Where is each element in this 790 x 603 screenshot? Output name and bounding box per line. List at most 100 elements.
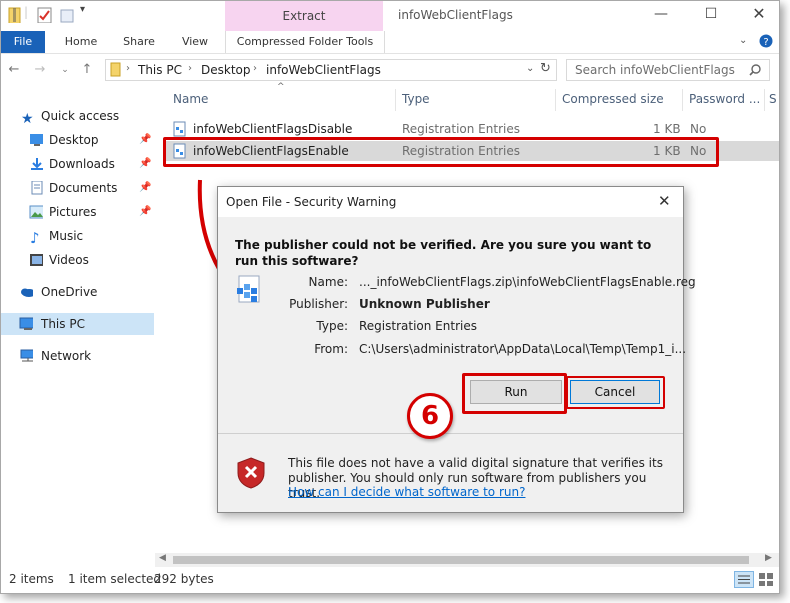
column-divider[interactable]: [682, 89, 683, 111]
annotation-highlight-run: [462, 373, 567, 414]
refresh-icon[interactable]: ↻: [540, 61, 551, 76]
address-row: ← → ⌄ ↑ › This PC › Desktop › infoWebCli…: [1, 57, 779, 83]
tab-home[interactable]: Home: [57, 31, 105, 53]
dialog-title-bar: Open File - Security Warning ✕: [218, 187, 683, 217]
nav-label: Documents: [49, 181, 118, 195]
field-label-name: Name:: [308, 275, 348, 289]
sort-ascending-icon: ^: [277, 82, 285, 92]
nav-item-music[interactable]: ♪ Music: [1, 225, 154, 247]
dialog-question: The publisher could not be verified. Are…: [235, 238, 652, 268]
nav-this-pc[interactable]: This PC: [1, 313, 154, 335]
breadcrumb-separator-icon: ›: [126, 63, 130, 74]
close-icon[interactable]: ✕: [749, 6, 769, 22]
annotation-highlight-row: [163, 137, 719, 167]
breadcrumb-this-pc[interactable]: This PC: [138, 63, 182, 77]
column-divider[interactable]: [395, 89, 396, 111]
nav-item-pictures[interactable]: Pictures 📌: [1, 201, 154, 223]
address-dropdown-icon[interactable]: ⌄: [526, 63, 534, 74]
nav-network[interactable]: Network: [1, 345, 154, 367]
large-icons-view-icon[interactable]: [758, 572, 774, 587]
file-password: No: [690, 122, 707, 136]
registry-file-icon: [173, 121, 186, 137]
new-folder-icon[interactable]: [59, 7, 75, 23]
pin-icon: 📌: [139, 206, 152, 217]
breadcrumb-folder[interactable]: infoWebClientFlags: [266, 63, 381, 77]
nav-onedrive[interactable]: OneDrive: [1, 281, 154, 303]
pin-icon: 📌: [139, 158, 152, 169]
tab-file[interactable]: File: [1, 31, 45, 53]
tab-share[interactable]: Share: [115, 31, 163, 53]
column-divider[interactable]: [555, 89, 556, 111]
breadcrumb-separator-icon: ›: [188, 63, 192, 74]
help-icon[interactable]: ?: [759, 34, 773, 48]
field-label-from: From:: [314, 342, 348, 356]
search-input[interactable]: Search infoWebClientFlags: [566, 59, 770, 81]
help-link[interactable]: How can I decide what software to run?: [288, 485, 525, 499]
address-bar[interactable]: › This PC › Desktop › infoWebClientFlags…: [105, 59, 557, 81]
field-label-type: Type:: [316, 319, 348, 333]
field-label-publisher: Publisher:: [289, 297, 348, 311]
desktop-icon: [30, 134, 43, 146]
pin-icon: 📌: [139, 134, 152, 145]
ribbon: File Home Share View Compressed Folder T…: [1, 31, 779, 54]
nav-item-videos[interactable]: Videos: [1, 249, 154, 271]
annotation-highlight-cancel: [566, 376, 665, 409]
nav-item-desktop[interactable]: Desktop 📌: [1, 129, 154, 151]
documents-icon: [31, 181, 43, 195]
column-header-type[interactable]: Type: [402, 92, 430, 106]
nav-label: OneDrive: [41, 285, 98, 299]
star-icon: ★: [21, 111, 34, 127]
network-icon: [20, 349, 33, 362]
maximize-icon[interactable]: ☐: [701, 6, 721, 22]
dialog-close-icon[interactable]: ✕: [658, 192, 671, 210]
file-name: infoWebClientFlagsDisable: [193, 122, 353, 136]
nav-label: Videos: [49, 253, 89, 267]
details-view-icon[interactable]: [734, 571, 754, 588]
downloads-icon: [31, 158, 43, 170]
tab-view[interactable]: View: [173, 31, 217, 53]
qat-dropdown-icon[interactable]: ▾: [80, 4, 85, 20]
column-header-name[interactable]: Name: [173, 92, 208, 106]
breadcrumb-desktop[interactable]: Desktop: [201, 63, 251, 77]
context-tab-extract[interactable]: Extract: [225, 1, 383, 31]
forward-arrow-icon[interactable]: →: [31, 61, 49, 79]
nav-label: Pictures: [49, 205, 97, 219]
column-header-size[interactable]: S: [769, 92, 777, 106]
scroll-left-icon[interactable]: ◀: [159, 553, 166, 563]
nav-item-documents[interactable]: Documents 📌: [1, 177, 154, 199]
column-header-password[interactable]: Password ...: [689, 92, 760, 106]
search-icon: [749, 64, 761, 76]
nav-quick-access[interactable]: ★ Quick access: [1, 105, 154, 127]
status-item-count: 2 items: [9, 572, 54, 586]
tab-compressed-folder-tools[interactable]: Compressed Folder Tools: [225, 31, 385, 53]
field-value-type: Registration Entries: [359, 319, 477, 333]
recent-locations-icon[interactable]: ⌄: [56, 61, 74, 79]
address-zip-icon: [110, 62, 121, 77]
properties-icon[interactable]: [37, 7, 53, 23]
nav-label: Downloads: [49, 157, 115, 171]
step-badge: 6: [407, 393, 453, 439]
dialog-separator: [218, 433, 683, 434]
scroll-right-icon[interactable]: ▶: [765, 553, 772, 563]
column-header-compressed-size[interactable]: Compressed size: [562, 92, 664, 106]
back-arrow-icon[interactable]: ←: [5, 61, 23, 79]
horizontal-scrollbar[interactable]: ◀ ▶: [155, 553, 779, 567]
shield-error-icon: [237, 457, 265, 489]
nav-item-downloads[interactable]: Downloads 📌: [1, 153, 154, 175]
nav-label: Music: [49, 229, 84, 243]
status-selected: 1 item selected: [68, 572, 162, 586]
search-placeholder: Search infoWebClientFlags: [575, 63, 735, 77]
computer-icon: [19, 317, 33, 330]
scroll-thumb[interactable]: [173, 556, 749, 564]
minimize-icon[interactable]: —: [651, 6, 671, 22]
music-icon: ♪: [30, 229, 40, 247]
svg-text:?: ?: [763, 37, 768, 48]
up-arrow-icon[interactable]: ↑: [78, 61, 96, 79]
ribbon-expand-icon[interactable]: ⌄: [739, 35, 747, 46]
table-row[interactable]: infoWebClientFlagsDisable Registration E…: [163, 119, 779, 139]
window-title: infoWebClientFlags: [398, 8, 513, 22]
dialog-title: Open File - Security Warning: [226, 195, 397, 209]
status-size: 292 bytes: [154, 572, 214, 586]
file-type: Registration Entries: [402, 122, 520, 136]
column-divider[interactable]: [764, 89, 765, 111]
